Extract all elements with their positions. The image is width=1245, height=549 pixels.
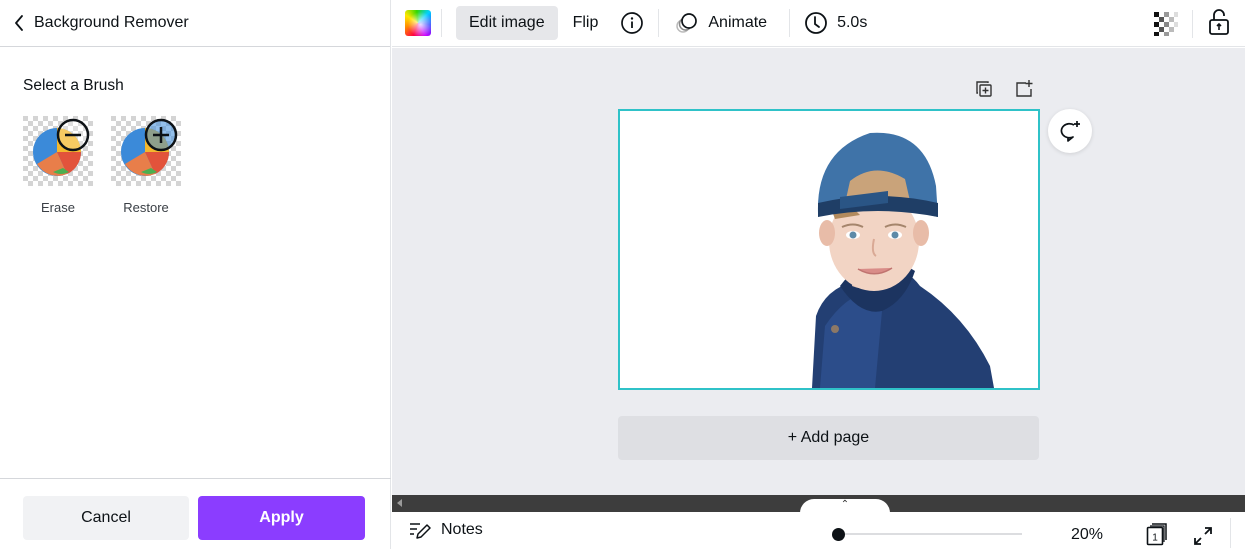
horizontal-scrollbar[interactable]: ⌃ xyxy=(392,495,1245,517)
add-comment-icon xyxy=(1060,121,1080,142)
clock-icon xyxy=(804,11,828,35)
lock-button[interactable] xyxy=(1207,8,1231,36)
expand-icon xyxy=(1194,527,1212,545)
transparency-button[interactable] xyxy=(1152,10,1178,36)
info-icon xyxy=(621,12,644,34)
erase-brush-label: Erase xyxy=(41,200,75,215)
bottom-bar: Notes 20% 1 xyxy=(392,512,1245,549)
minus-circle-icon xyxy=(56,118,90,152)
add-page-icon xyxy=(1016,80,1033,97)
zoom-slider[interactable] xyxy=(832,527,1022,541)
toolbar-divider xyxy=(658,9,660,37)
canvas-area: + Add page xyxy=(392,48,1245,495)
add-comment-button[interactable] xyxy=(1048,109,1092,153)
notes-label: Notes xyxy=(441,521,483,538)
flip-label: Flip xyxy=(572,14,599,31)
duration-button[interactable]: 5.0s xyxy=(804,11,867,35)
restore-brush[interactable]: Restore xyxy=(111,116,181,215)
duplicate-page-button[interactable] xyxy=(974,79,994,99)
pages-icon: 1 xyxy=(1146,523,1167,546)
page-count: 1 xyxy=(1152,533,1158,544)
bottom-divider xyxy=(1230,518,1231,548)
restore-brush-label: Restore xyxy=(123,200,169,215)
zoom-slider-track xyxy=(838,533,1022,535)
notes-icon xyxy=(409,520,431,540)
animate-button[interactable]: Animate xyxy=(675,11,767,35)
color-picker-button[interactable] xyxy=(405,10,431,36)
scroll-left-arrow-icon[interactable] xyxy=(397,499,402,507)
add-page-button-top[interactable] xyxy=(1014,79,1034,99)
animate-label: Animate xyxy=(708,14,768,31)
page-grid-button[interactable]: 1 xyxy=(1146,521,1170,547)
panel-footer: Cancel Apply xyxy=(0,478,391,549)
design-page[interactable] xyxy=(618,109,1040,390)
toolbar-divider xyxy=(1192,10,1193,38)
flip-button[interactable]: Flip xyxy=(573,14,599,32)
zoom-percentage[interactable]: 20% xyxy=(1071,526,1103,544)
page-actions xyxy=(974,79,1034,99)
animate-icon xyxy=(675,11,699,35)
editor-toolbar: Edit image Flip Animate 5.0s xyxy=(392,0,1245,47)
zoom-slider-handle[interactable] xyxy=(832,528,845,541)
panel-title: Background Remover xyxy=(34,14,189,31)
add-page-button[interactable]: + Add page xyxy=(618,416,1039,460)
select-brush-heading: Select a Brush xyxy=(23,77,124,94)
fullscreen-button[interactable] xyxy=(1192,525,1214,547)
erase-brush-thumbnail xyxy=(23,116,93,186)
duplicate-page-icon xyxy=(976,81,992,97)
cancel-button[interactable]: Cancel xyxy=(23,496,189,540)
toolbar-divider xyxy=(441,9,442,37)
edit-image-label: Edit image xyxy=(469,14,545,31)
plus-circle-icon xyxy=(144,118,178,152)
unlock-icon xyxy=(1209,9,1229,35)
chevron-left-icon xyxy=(14,13,28,33)
notes-button[interactable]: Notes xyxy=(409,520,483,540)
edit-image-button[interactable]: Edit image xyxy=(456,6,558,40)
toolbar-divider xyxy=(789,9,791,37)
back-to-edit-button[interactable]: Background Remover xyxy=(0,0,390,47)
restore-brush-thumbnail xyxy=(111,116,181,186)
brush-options: Erase Restore xyxy=(23,116,181,215)
transparency-icon xyxy=(1154,12,1178,36)
background-remover-panel: Background Remover Select a Brush Erase … xyxy=(0,0,391,549)
erase-brush[interactable]: Erase xyxy=(23,116,93,215)
boy-cutout-image xyxy=(812,132,994,388)
info-button[interactable] xyxy=(620,11,644,35)
duration-label: 5.0s xyxy=(837,14,868,31)
apply-button[interactable]: Apply xyxy=(198,496,365,540)
